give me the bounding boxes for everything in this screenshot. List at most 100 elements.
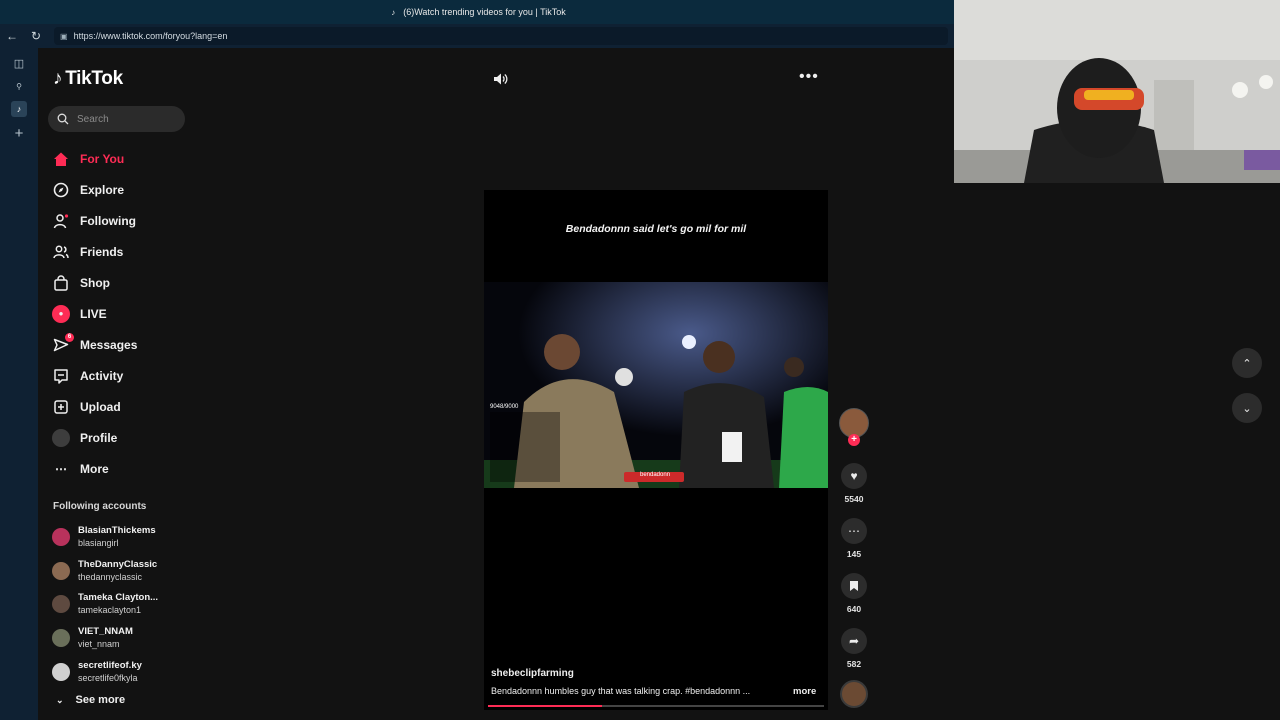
sidebar-toggle-icon[interactable]: ◫ [0, 51, 38, 75]
video-description: Bendadonnn humbles guy that was talking … [491, 686, 751, 696]
nav-label: Explore [80, 182, 125, 197]
account-display-name: secretlifeof.ky [78, 660, 142, 672]
url-field[interactable]: ▣ https://www.tiktok.com/foryou?lang=en [54, 27, 948, 45]
comment-icon: ⋯ [841, 518, 867, 544]
browser-title-bar: ♪ (6)Watch trending videos for you | Tik… [0, 0, 954, 24]
video-player[interactable]: Bendadonnn said let's go mil for mil 904… [484, 190, 828, 710]
nav-item-explore[interactable]: Explore [52, 174, 202, 205]
nav-item-profile[interactable]: Profile [52, 422, 202, 453]
like-button[interactable]: ♥ 5540 [840, 463, 868, 504]
comment-count: 145 [846, 549, 862, 559]
video-progress-fill [488, 705, 603, 707]
avatar [52, 663, 70, 682]
tiktok-logo[interactable]: ♪ TikTok [53, 68, 123, 90]
site-info-icon[interactable]: ▣ [60, 32, 68, 41]
save-button[interactable]: 640 [840, 573, 868, 614]
stream-watermark: bendadonn [640, 472, 671, 478]
chevron-down-icon: ⌄ [1242, 402, 1252, 415]
video-progress-bar[interactable] [488, 705, 824, 707]
home-icon [52, 150, 70, 168]
share-count: 582 [846, 659, 862, 669]
nav-label: Profile [80, 430, 118, 445]
nav-item-shop[interactable]: Shop [52, 267, 202, 298]
url-text: https://www.tiktok.com/foryou?lang=en [73, 31, 228, 41]
more-options-icon[interactable]: ••• [799, 68, 819, 86]
chat-counter: 9048/9000 [490, 404, 519, 410]
screen: ♪ (6)Watch trending videos for you | Tik… [0, 0, 1280, 720]
account-item[interactable]: TheDannyClassic thedannyclassic [52, 554, 202, 588]
nav-item-messages[interactable]: 6 Messages [52, 329, 202, 360]
chevron-down-icon: ⌄ [56, 694, 64, 705]
friends-icon [52, 243, 70, 261]
account-username: secretlife0fkyla [78, 673, 138, 684]
nav-item-for-you[interactable]: For You [52, 143, 202, 174]
search-input[interactable]: Search [48, 106, 185, 132]
account-username: blasiangirl [78, 537, 119, 548]
profile-icon [52, 428, 70, 447]
volume-icon[interactable] [491, 70, 509, 88]
nav-label: For You [80, 151, 125, 166]
account-display-name: BlasianThickems [78, 524, 156, 536]
see-more-button[interactable]: ⌄ See more [56, 694, 125, 706]
share-icon: ➦ [841, 628, 867, 654]
avatar [52, 527, 70, 546]
next-video-button[interactable]: ⌄ [1232, 393, 1262, 423]
live-icon: ● [52, 304, 70, 323]
nav-label: Activity [80, 368, 124, 383]
see-more-label: See more [75, 694, 126, 706]
account-username: thedannyclassic [78, 571, 143, 582]
sound-disc-avatar[interactable] [840, 680, 868, 708]
compass-icon [52, 181, 70, 199]
main-nav: For You Explore Following Friends Shop ●… [52, 143, 202, 484]
account-username: tamekaclayton1 [78, 605, 142, 616]
account-username: viet_nnam [78, 639, 120, 650]
webcam-overlay [954, 0, 1280, 183]
activity-icon [52, 367, 70, 385]
nav-label: Messages [80, 337, 138, 352]
account-item[interactable]: secretlifeof.ky secretlife0fkyla [52, 655, 202, 689]
back-arrow-icon[interactable]: ← [0, 24, 24, 48]
avatar [52, 561, 70, 580]
browser-address-bar: ← ↻ ▣ https://www.tiktok.com/foryou?lang… [0, 24, 954, 48]
messages-icon: 6 [52, 332, 74, 354]
chevron-up-icon: ⌃ [1242, 357, 1252, 370]
tiktok-logo-icon: ♪ [53, 68, 63, 89]
follow-plus-icon[interactable]: + [848, 434, 860, 446]
account-item[interactable]: VIET_NNAM viet_nnam [52, 621, 202, 655]
browser-tab-rail: ◫ ⚲ ♪ + [0, 48, 38, 720]
account-display-name: Tameka Clayton... [78, 592, 159, 604]
logo-text: TikTok [65, 68, 123, 89]
nav-label: Friends [80, 244, 124, 259]
reload-icon[interactable]: ↻ [24, 24, 48, 48]
search-tabs-icon[interactable]: ⚲ [0, 75, 38, 97]
tiktok-tab-icon[interactable]: ♪ [0, 97, 38, 121]
account-item[interactable]: Tameka Clayton... tamekaclayton1 [52, 588, 202, 622]
like-count: 5540 [844, 494, 864, 504]
nav-item-more[interactable]: ⋯ More [52, 453, 202, 484]
account-item[interactable]: BlasianThickems blasiangirl [52, 520, 202, 554]
description-more-button[interactable]: more [793, 686, 816, 697]
video-overlay-caption: Bendadonnn said let's go mil for mil [565, 223, 747, 235]
account-display-name: VIET_NNAM [78, 626, 133, 638]
share-button[interactable]: ➦ 582 [840, 628, 868, 669]
following-accounts-list: BlasianThickems blasiangirl TheDannyClass… [52, 520, 202, 689]
nav-item-upload[interactable]: Upload [52, 391, 202, 422]
comment-button[interactable]: ⋯ 145 [840, 518, 868, 559]
tiktok-page: ♪ TikTok Search For You Explore Followin… [38, 48, 954, 720]
nav-label: More [80, 461, 109, 476]
avatar [52, 595, 70, 614]
nav-item-friends[interactable]: Friends [52, 236, 202, 267]
previous-video-button[interactable]: ⌃ [1232, 348, 1262, 378]
following-accounts-heading: Following accounts [53, 501, 147, 512]
tab-title: (6)Watch trending videos for you | TikTo… [403, 7, 566, 17]
new-tab-icon[interactable]: + [0, 121, 38, 145]
nav-item-following[interactable]: Following [52, 205, 202, 236]
following-icon [52, 212, 70, 230]
video-author[interactable]: shebeclipfarming [491, 668, 574, 679]
avatar [52, 629, 70, 648]
nav-item-activity[interactable]: Activity [52, 360, 202, 391]
nav-item-live[interactable]: ● LIVE [52, 298, 202, 329]
save-count: 640 [846, 604, 862, 614]
nav-label: Upload [80, 399, 121, 414]
messages-badge: 6 [65, 332, 74, 342]
